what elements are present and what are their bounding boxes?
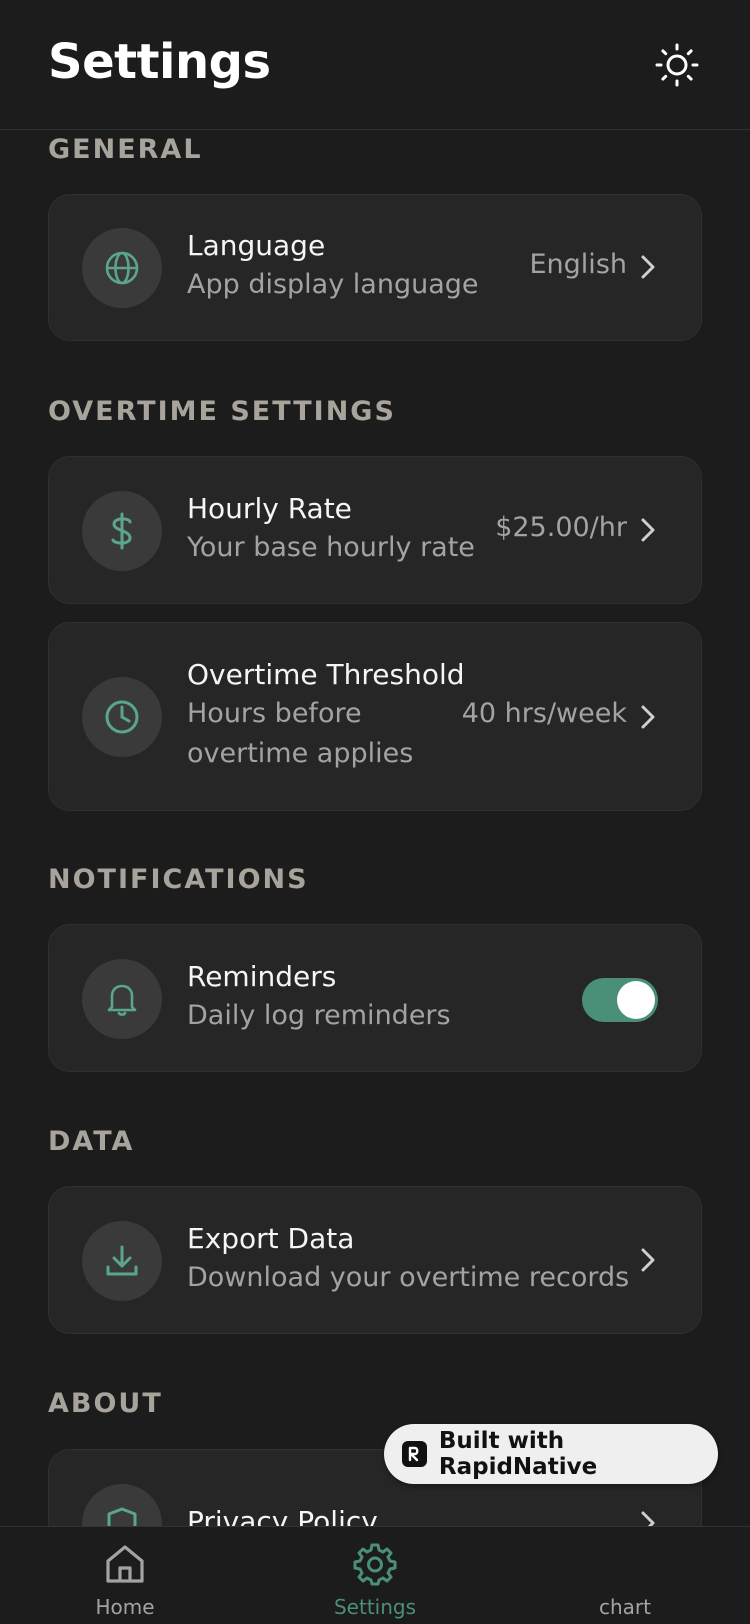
toggle-knob — [617, 981, 655, 1019]
tab-settings-label: Settings — [333, 1595, 417, 1619]
chevron-right-icon — [637, 1508, 659, 1526]
chevron-right-icon — [637, 702, 659, 732]
threshold-subtitle-line2: overtime applies — [187, 738, 414, 769]
hourly-rate-value: $25.00/hr — [495, 512, 627, 543]
gear-icon — [352, 1541, 398, 1587]
hourly-rate-icon-circle — [82, 491, 162, 571]
export-icon-circle — [82, 1221, 162, 1301]
built-with-badge[interactable]: Built with RapidNative — [384, 1424, 718, 1484]
dollar-icon — [111, 512, 132, 550]
badge-text: Built with RapidNative — [438, 1428, 598, 1480]
language-row[interactable]: Language App display language English — [48, 194, 702, 341]
language-value: English — [529, 249, 628, 280]
clock-icon — [105, 700, 139, 734]
reminders-toggle[interactable] — [582, 978, 658, 1022]
chart-icon — [602, 1541, 648, 1587]
overtime-threshold-row[interactable]: Overtime Threshold Hours before overtime… — [48, 622, 702, 811]
section-title-notifications: NOTIFICATIONS — [48, 864, 309, 895]
settings-scroll-area[interactable]: GENERAL Language App display language En… — [0, 131, 750, 1526]
threshold-subtitle-line1: Hours before — [187, 698, 362, 729]
sun-icon — [655, 43, 699, 87]
privacy-title: Privacy Policy — [187, 1505, 378, 1526]
tab-home-label: Home — [95, 1595, 155, 1619]
chevron-right-icon — [637, 1245, 659, 1275]
tab-chart-label: chart — [599, 1595, 651, 1619]
hourly-rate-subtitle: Your base hourly rate — [187, 532, 475, 563]
page-title: Settings — [48, 34, 271, 90]
rapidnative-logo-icon — [402, 1441, 427, 1467]
tab-settings[interactable]: Settings — [250, 1527, 500, 1624]
section-title-general: GENERAL — [48, 134, 203, 165]
export-subtitle: Download your overtime records — [187, 1262, 630, 1293]
shield-icon — [107, 1507, 137, 1526]
privacy-icon-circle — [82, 1484, 162, 1526]
export-data-row[interactable]: Export Data Download your overtime recor… — [48, 1186, 702, 1334]
header: Settings — [0, 0, 750, 130]
language-icon-circle — [82, 228, 162, 308]
section-title-data: DATA — [48, 1126, 135, 1157]
threshold-icon-circle — [82, 677, 162, 757]
section-title-about: ABOUT — [48, 1388, 163, 1419]
bottom-tab-bar: Home Settings chart — [0, 1526, 750, 1624]
hourly-rate-title: Hourly Rate — [187, 492, 352, 525]
chevron-right-icon — [637, 252, 659, 282]
globe-icon — [105, 251, 139, 285]
section-title-overtime: OVERTIME SETTINGS — [48, 396, 396, 427]
bell-icon — [107, 984, 137, 1016]
reminders-subtitle: Daily log reminders — [187, 1000, 451, 1031]
tab-home[interactable]: Home — [0, 1527, 250, 1624]
language-subtitle: App display language — [187, 269, 479, 300]
hourly-rate-row[interactable]: Hourly Rate Your base hourly rate $25.00… — [48, 456, 702, 604]
reminders-icon-circle — [82, 959, 162, 1039]
reminders-row: Reminders Daily log reminders — [48, 924, 702, 1072]
threshold-value: 40 hrs/week — [461, 698, 627, 729]
download-icon — [106, 1245, 138, 1276]
tab-chart[interactable]: chart — [500, 1527, 750, 1624]
export-title: Export Data — [187, 1222, 355, 1255]
threshold-title: Overtime Threshold — [187, 658, 465, 691]
theme-toggle-button[interactable] — [652, 40, 702, 90]
reminders-title: Reminders — [187, 960, 337, 993]
language-title: Language — [187, 229, 326, 262]
home-icon — [102, 1541, 148, 1587]
chevron-right-icon — [637, 515, 659, 545]
